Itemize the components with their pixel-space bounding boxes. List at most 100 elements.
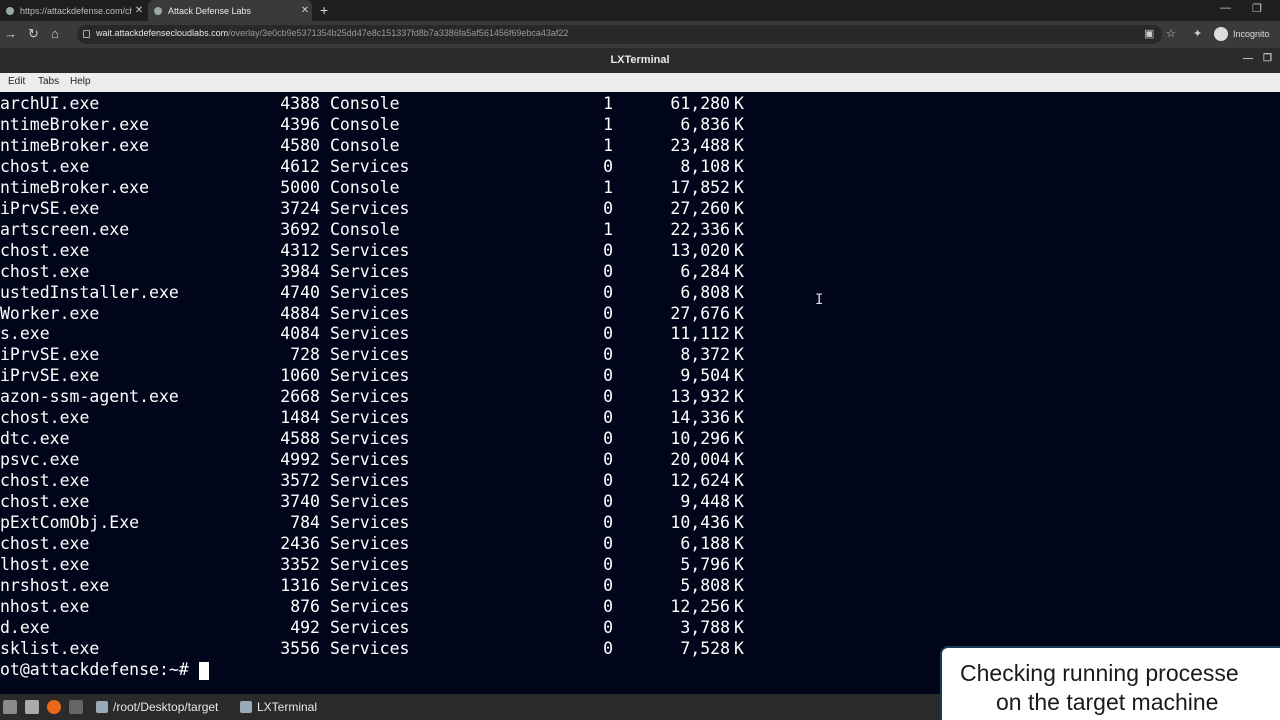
process-session-name: Services xyxy=(330,387,410,407)
process-mem-unit: K xyxy=(734,261,744,281)
terminal-launcher-icon[interactable] xyxy=(69,700,83,714)
terminal-menubar: Edit Tabs Help xyxy=(0,73,1280,92)
process-pid: 3352 xyxy=(280,554,320,574)
process-session-name: Services xyxy=(330,261,410,281)
process-pid: 784 xyxy=(290,513,320,532)
process-mem-unit: K xyxy=(734,219,744,239)
process-mem-unit: K xyxy=(734,324,744,344)
process-pid: 3572 xyxy=(280,471,320,491)
process-name: lhost.exe xyxy=(0,554,90,574)
process-name: chost.exe xyxy=(0,156,90,176)
process-session-name: Console xyxy=(330,94,400,113)
taskbar-item-folder[interactable]: /root/Desktop/target xyxy=(96,694,218,720)
extension-icon[interactable]: ▣ xyxy=(1144,27,1154,40)
process-session-name: Services xyxy=(330,575,410,595)
close-tab-icon[interactable]: ✕ xyxy=(298,5,312,16)
browser-tab-1[interactable]: https://attackdefense.com/challe ✕ xyxy=(0,0,146,21)
ibeam-cursor-icon: I xyxy=(815,292,824,308)
process-pid: 1060 xyxy=(280,366,320,386)
process-name: d.exe xyxy=(0,617,50,637)
menu-tabs[interactable]: Tabs xyxy=(38,76,59,87)
browser-tab-strip: https://attackdefense.com/challe ✕ Attac… xyxy=(0,0,1280,21)
process-name: dtc.exe xyxy=(0,429,70,449)
process-mem-usage: 14,336 xyxy=(670,408,730,428)
process-session-name: Services xyxy=(330,533,410,553)
process-name: chost.exe xyxy=(0,408,90,428)
maximize-icon[interactable]: ❐ xyxy=(1263,53,1272,64)
process-mem-unit: K xyxy=(734,450,744,470)
process-session-number: 0 xyxy=(603,429,613,449)
process-name: artscreen.exe xyxy=(0,219,130,239)
process-session-name: Services xyxy=(330,450,410,470)
process-session-name: Services xyxy=(330,638,410,658)
process-mem-usage: 6,808 xyxy=(680,282,730,302)
close-tab-icon[interactable]: ✕ xyxy=(132,5,146,16)
browser-tab-2[interactable]: Attack Defense Labs ✕ xyxy=(148,0,312,21)
process-mem-usage: 20,004 xyxy=(670,450,730,470)
process-mem-unit: K xyxy=(734,596,744,616)
process-mem-usage: 13,020 xyxy=(670,240,730,260)
process-mem-usage: 6,188 xyxy=(680,533,730,553)
process-session-number: 1 xyxy=(603,114,613,134)
bookmark-star-icon[interactable]: ☆ xyxy=(1166,27,1176,40)
process-pid: 1316 xyxy=(280,575,320,595)
forward-icon[interactable]: → xyxy=(4,26,17,41)
process-name: nrshost.exe xyxy=(0,575,110,595)
process-mem-usage: 8,108 xyxy=(680,156,730,176)
video-caption: Checking running processe on the target … xyxy=(940,646,1280,720)
incognito-indicator[interactable]: Incognito xyxy=(1214,27,1270,41)
restore-icon[interactable]: ❐ xyxy=(1252,2,1262,15)
process-mem-usage: 6,284 xyxy=(680,261,730,281)
process-name: archUI.exe xyxy=(0,94,100,113)
process-session-number: 0 xyxy=(603,261,613,281)
reload-icon[interactable]: ↻ xyxy=(28,26,39,42)
new-tab-icon[interactable]: + xyxy=(320,2,328,18)
process-name: iPrvSE.exe xyxy=(0,198,100,218)
text-cursor xyxy=(199,662,209,680)
menu-edit[interactable]: Edit xyxy=(8,76,25,87)
taskbar-item-terminal[interactable]: LXTerminal xyxy=(240,694,317,720)
process-name: ustedInstaller.exe xyxy=(0,282,179,302)
process-pid: 3556 xyxy=(280,638,320,658)
process-session-number: 0 xyxy=(603,198,613,218)
process-name: sklist.exe xyxy=(0,638,100,658)
firefox-icon[interactable] xyxy=(47,700,61,714)
folder-icon xyxy=(96,701,108,713)
process-mem-usage: 27,260 xyxy=(670,198,730,218)
process-name: ntimeBroker.exe xyxy=(0,177,150,197)
minimize-icon[interactable]: — xyxy=(1243,53,1253,64)
process-session-name: Services xyxy=(330,513,410,532)
process-pid: 4084 xyxy=(280,324,320,344)
puzzle-icon[interactable]: ✦ xyxy=(1193,27,1202,40)
process-mem-unit: K xyxy=(734,492,744,512)
process-mem-unit: K xyxy=(734,533,744,553)
desktop-icon[interactable] xyxy=(3,700,17,714)
process-mem-unit: K xyxy=(734,638,744,658)
caption-line-2: on the target machine xyxy=(996,689,1219,715)
incognito-icon xyxy=(1214,27,1228,41)
process-session-name: Services xyxy=(330,345,410,365)
process-mem-usage: 23,488 xyxy=(670,135,730,155)
process-session-number: 1 xyxy=(603,219,613,239)
file-manager-icon[interactable] xyxy=(25,700,39,714)
browser-toolbar: → ↻ ⌂ wait.attackdefensecloudlabs.com/ov… xyxy=(0,21,1280,48)
home-icon[interactable]: ⌂ xyxy=(51,26,59,41)
process-session-number: 0 xyxy=(603,513,613,532)
process-mem-usage: 12,256 xyxy=(670,596,730,616)
process-mem-usage: 6,836 xyxy=(680,114,730,134)
menu-help[interactable]: Help xyxy=(70,76,91,87)
process-pid: 492 xyxy=(290,617,320,637)
terminal-output[interactable]: sklist.exe 3556 Services 0 7,528 Kd.exe 492 Ser… xyxy=(0,93,1280,694)
process-pid: 4612 xyxy=(280,156,320,176)
taskbar-item-label: /root/Desktop/target xyxy=(113,700,219,714)
incognito-label: Incognito xyxy=(1233,29,1270,39)
lock-icon xyxy=(83,30,90,38)
site-favicon-icon xyxy=(154,6,162,15)
process-session-name: Services xyxy=(330,617,410,637)
process-mem-usage: 3,788 xyxy=(680,617,730,637)
process-mem-unit: K xyxy=(734,282,744,302)
process-session-number: 0 xyxy=(603,324,613,344)
process-session-number: 0 xyxy=(603,366,613,386)
minimize-icon[interactable]: — xyxy=(1220,2,1231,14)
address-bar[interactable]: wait.attackdefensecloudlabs.com/overlay/… xyxy=(77,25,1162,44)
